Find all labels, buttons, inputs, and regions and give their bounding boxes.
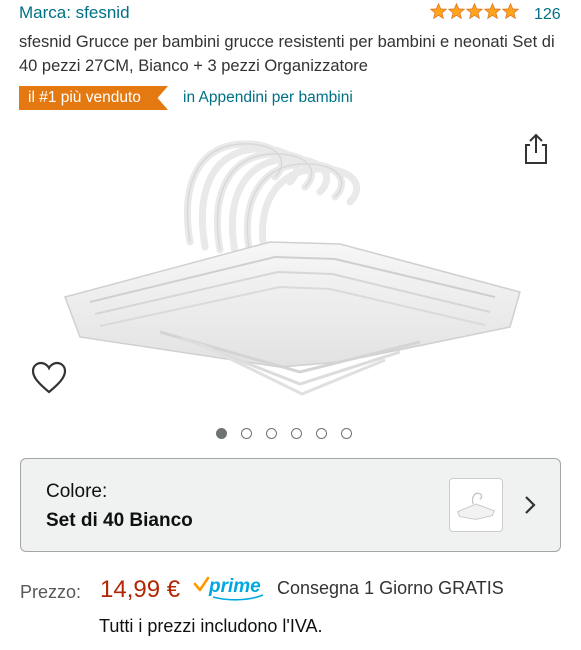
star-icon	[448, 3, 465, 20]
brand-link[interactable]: Marca: sfesnid	[19, 2, 130, 24]
prime-label: prime	[208, 576, 261, 597]
bestseller-badge: il #1 più venduto	[19, 86, 168, 110]
pagination-dot[interactable]	[241, 428, 252, 439]
rating-stars[interactable]	[430, 3, 519, 20]
delivery-info: Consegna 1 Giorno GRATIS	[277, 578, 504, 598]
chevron-right-icon	[525, 496, 536, 514]
pagination-dot[interactable]	[291, 428, 302, 439]
star-icon	[484, 3, 501, 20]
pagination-dot[interactable]	[216, 428, 227, 439]
variant-value: Set di 40 Bianco	[46, 510, 193, 531]
rating-count[interactable]: 126	[534, 5, 561, 25]
star-icon	[430, 3, 447, 20]
brand-row: Marca: sfesnid 126	[19, 2, 564, 26]
color-variant-selector[interactable]: Colore: Set di 40 Bianco	[20, 458, 561, 552]
image-pagination	[216, 428, 352, 439]
bestseller-row: il #1 più venduto in Appendini per bambi…	[19, 86, 564, 110]
heart-icon[interactable]	[30, 360, 68, 396]
variant-label: Colore:	[46, 481, 108, 502]
vat-note: Tutti i prezzi includono l'IVA.	[99, 616, 323, 636]
price-row: Prezzo: 14,99 € prime Consegna 1 Giorno …	[20, 574, 565, 608]
pagination-dot[interactable]	[266, 428, 277, 439]
pagination-dot[interactable]	[316, 428, 327, 439]
prime-logo: prime	[193, 576, 264, 601]
price-value: 14,99 €	[100, 576, 181, 603]
product-title: sfesnid Grucce per bambini grucce resist…	[19, 33, 555, 75]
price-label: Prezzo:	[20, 582, 82, 602]
star-icon	[466, 3, 483, 20]
star-icon	[502, 3, 519, 20]
product-image[interactable]	[40, 122, 540, 412]
variant-thumbnail	[449, 478, 503, 532]
bestseller-category-link[interactable]: in Appendini per bambini	[183, 86, 353, 110]
share-icon[interactable]	[518, 131, 554, 167]
pagination-dot[interactable]	[341, 428, 352, 439]
